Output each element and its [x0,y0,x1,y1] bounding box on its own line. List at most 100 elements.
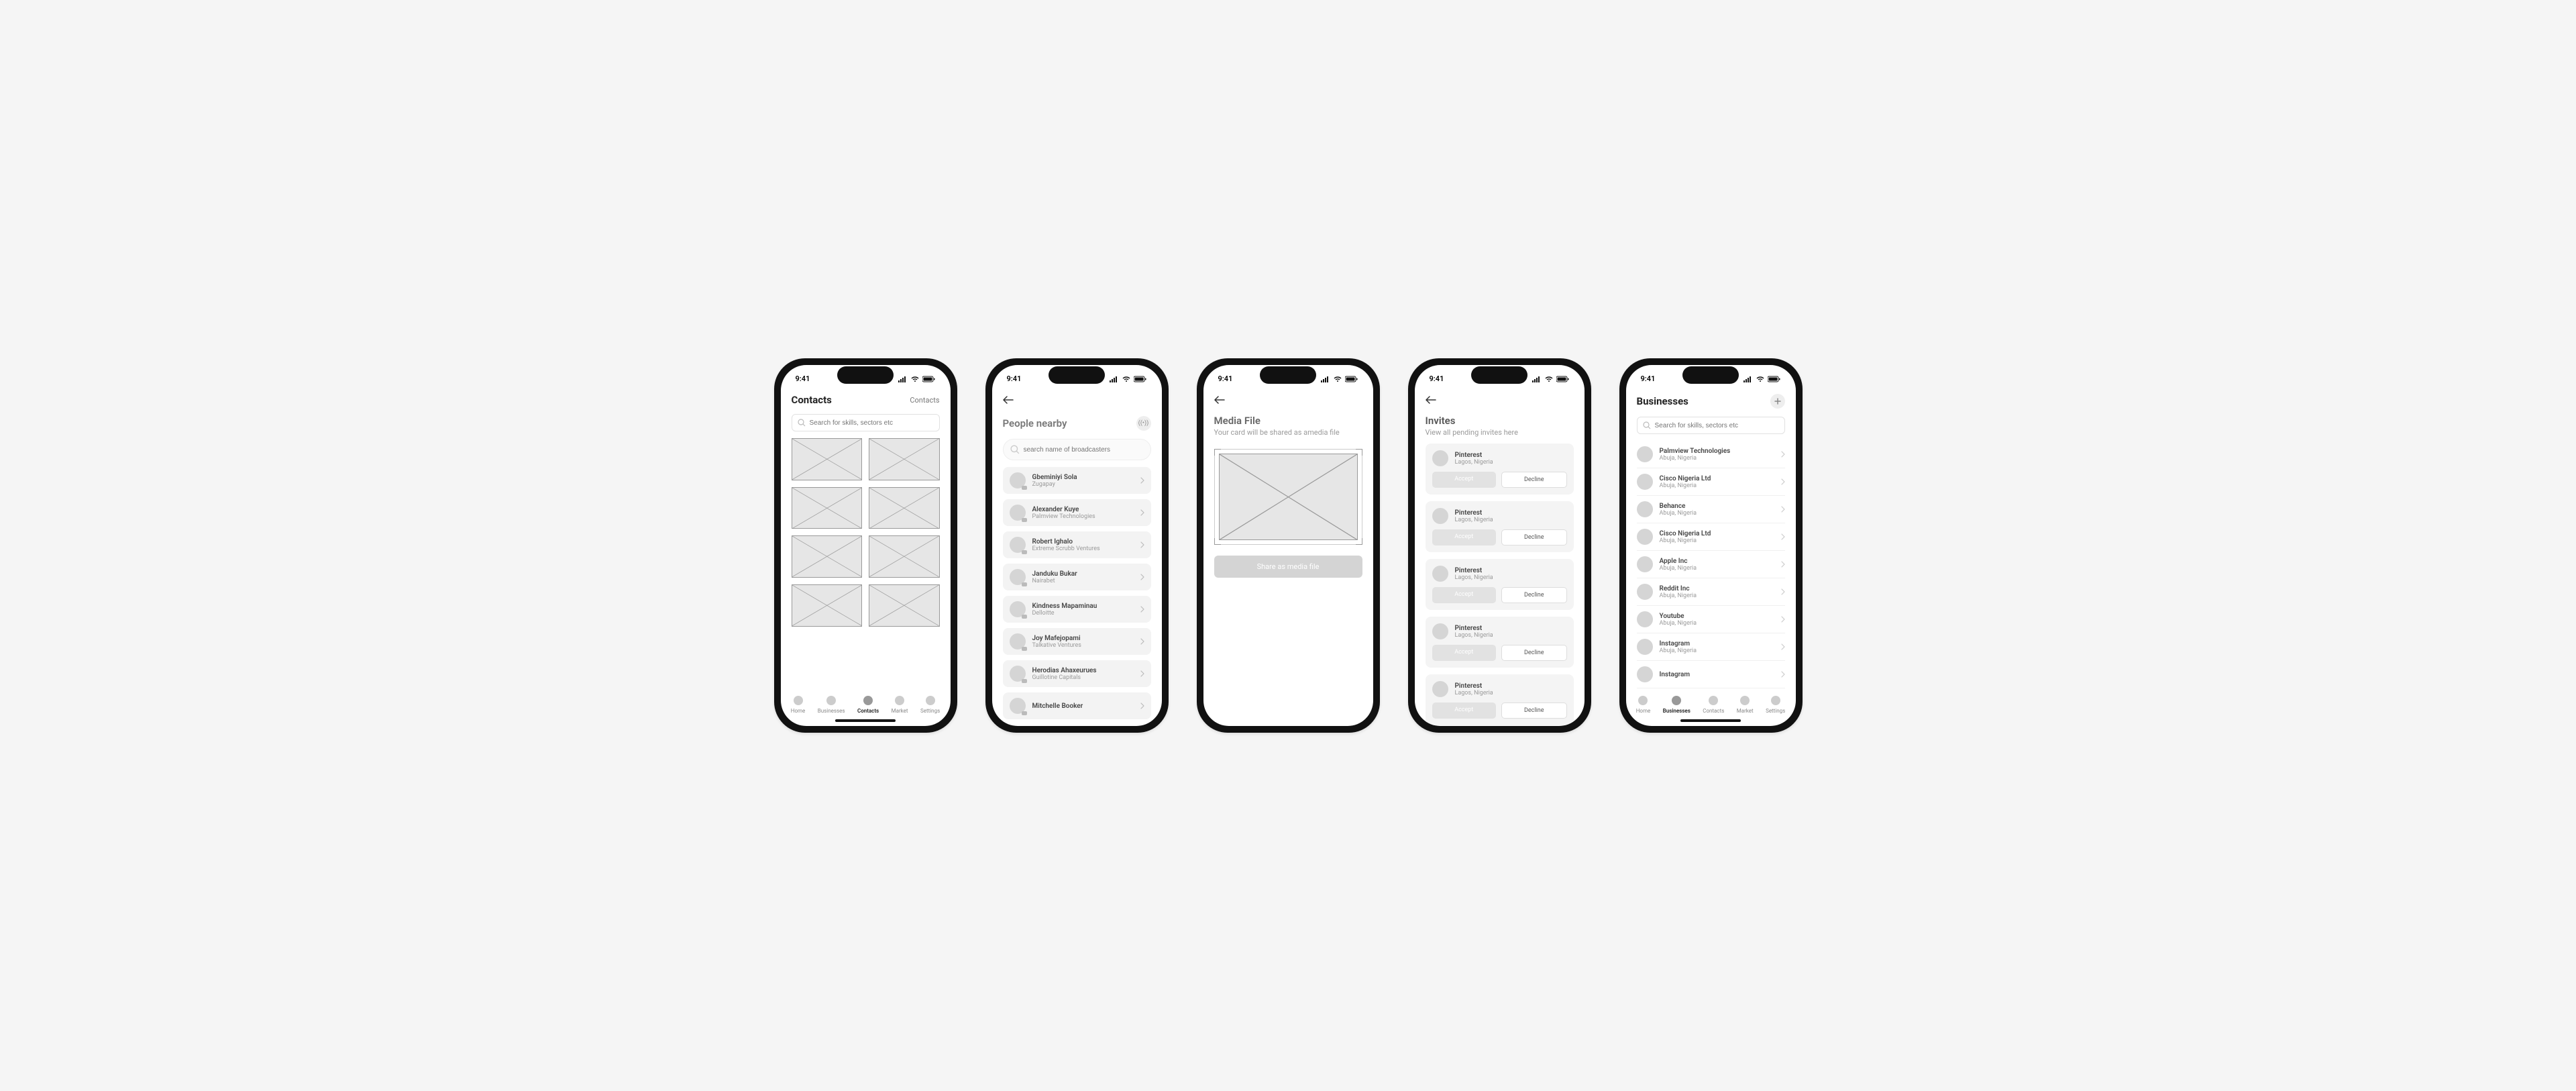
contact-card[interactable] [869,535,940,578]
chevron-right-icon [1781,506,1785,513]
phone-frame-contacts: 9:41 Contacts Contacts [774,358,957,733]
business-name: Palmview Technologies [1660,448,1774,455]
person-row[interactable]: Kindness Mapaminau Delloitte [1003,596,1151,623]
avatar [1010,633,1026,650]
share-media-button[interactable]: Share as media file [1214,556,1362,578]
header-action-contacts[interactable]: Contacts [910,396,939,405]
contact-card[interactable] [869,487,940,529]
contact-card[interactable] [792,535,863,578]
search-input[interactable] [1655,422,1779,429]
chevron-right-icon [1781,478,1785,485]
chevron-right-icon [1140,703,1144,709]
business-location: Abuja, Nigeria [1660,592,1774,599]
accept-button[interactable]: Accept [1432,529,1497,546]
contact-card[interactable] [869,438,940,480]
search-input[interactable] [810,419,934,427]
media-preview-frame [1214,449,1362,545]
business-location: Abuja, Nigeria [1660,455,1774,462]
business-row[interactable]: Cisco Nigeria Ltd Abuja, Nigeria [1637,468,1785,496]
tab-businesses[interactable]: Businesses [1663,696,1690,714]
person-row[interactable]: Joy Mafejopami Talkative Ventures [1003,628,1151,655]
person-row[interactable]: Herodias Ahaxeurues Guillotine Capitals [1003,660,1151,687]
tab-settings[interactable]: Settings [1766,696,1785,714]
person-row[interactable]: Gbeminiyi Sola Zugapay [1003,467,1151,494]
business-row[interactable]: Instagram [1637,661,1785,688]
tab-contacts[interactable]: Contacts [1703,696,1724,714]
status-time: 9:41 [796,374,810,383]
chevron-right-icon [1781,533,1785,540]
notch [1049,366,1105,384]
tab-home[interactable]: Home [1636,696,1651,714]
tab-market[interactable]: Market [1737,696,1754,714]
search-box[interactable] [1637,417,1785,434]
contact-card[interactable] [869,584,940,627]
tab-settings[interactable]: Settings [920,696,940,714]
person-name: Alexander Kuye [1032,506,1134,513]
tab-home[interactable]: Home [791,696,806,714]
business-row[interactable]: Apple Inc Abuja, Nigeria [1637,551,1785,578]
broadcast-icon[interactable]: ((•)) [1136,416,1151,431]
tab-market[interactable]: Market [892,696,908,714]
avatar [1010,569,1026,585]
avatar [1637,611,1653,627]
accept-button[interactable]: Accept [1432,645,1497,661]
decline-button[interactable]: Decline [1501,645,1567,661]
invite-location: Lagos, Nigeria [1455,459,1567,466]
business-row[interactable]: Behance Abuja, Nigeria [1637,496,1785,523]
business-location: Abuja, Nigeria [1660,537,1774,544]
home-indicator[interactable] [1680,719,1741,722]
invites-list: Pinterest Lagos, Nigeria Accept Decline … [1415,444,1585,726]
avatar [1010,505,1026,521]
decline-button[interactable]: Decline [1501,703,1567,719]
search-box[interactable] [792,414,940,431]
person-row[interactable]: Alexander Kuye Palmview Technologies [1003,499,1151,526]
status-icons [1110,376,1147,382]
media-preview [1219,454,1358,540]
battery-icon [1345,376,1358,382]
tab-businesses[interactable]: Businesses [818,696,845,714]
decline-button[interactable]: Decline [1501,529,1567,546]
business-name: Cisco Nigeria Ltd [1660,530,1774,537]
accept-button[interactable]: Accept [1432,703,1497,719]
person-company: Talkative Ventures [1032,642,1134,649]
contact-card[interactable] [792,438,863,480]
business-row[interactable]: Youtube Abuja, Nigeria [1637,606,1785,633]
chevron-right-icon [1140,541,1144,548]
invite-name: Pinterest [1455,452,1567,459]
business-row[interactable]: Palmview Technologies Abuja, Nigeria [1637,441,1785,468]
business-row[interactable]: Cisco Nigeria Ltd Abuja, Nigeria [1637,523,1785,551]
accept-button[interactable]: Accept [1432,587,1497,603]
person-row[interactable]: Robert Ighalo Extreme Scrubb Ventures [1003,531,1151,558]
chevron-right-icon [1140,606,1144,613]
person-company: Extreme Scrubb Ventures [1032,546,1134,552]
back-arrow-icon[interactable] [1003,396,1014,404]
business-row[interactable]: Reddit Inc Abuja, Nigeria [1637,578,1785,606]
avatar [1010,601,1026,617]
notch [1260,366,1316,384]
home-indicator[interactable] [835,719,896,722]
business-row[interactable]: Instagram Abuja, Nigeria [1637,633,1785,661]
decline-button[interactable]: Decline [1501,587,1567,603]
back-arrow-icon[interactable] [1214,396,1225,404]
decline-button[interactable]: Decline [1501,472,1567,488]
avatar [1637,556,1653,572]
back-arrow-icon[interactable] [1426,396,1436,404]
tab-contacts[interactable]: Contacts [857,696,879,714]
person-row[interactable]: Mitchelle Booker [1003,692,1151,719]
business-name: Apple Inc [1660,558,1774,565]
person-name: Kindness Mapaminau [1032,603,1134,610]
search-input[interactable] [1024,446,1144,454]
invite-card: Pinterest Lagos, Nigeria Accept Decline [1426,444,1574,495]
search-box[interactable] [1003,439,1151,460]
person-name: Gbeminiyi Sola [1032,474,1134,481]
accept-button[interactable]: Accept [1432,472,1497,488]
add-business-icon[interactable] [1770,394,1785,409]
status-icons [898,376,936,382]
contact-card[interactable] [792,584,863,627]
page-title: Businesses [1637,395,1688,407]
contact-card[interactable] [792,487,863,529]
person-name: Mitchelle Booker [1032,703,1134,710]
business-location: Abuja, Nigeria [1660,510,1774,517]
invite-card: Pinterest Lagos, Nigeria Accept Decline [1426,501,1574,552]
person-row[interactable]: Janduku Bukar Nairabet [1003,564,1151,590]
